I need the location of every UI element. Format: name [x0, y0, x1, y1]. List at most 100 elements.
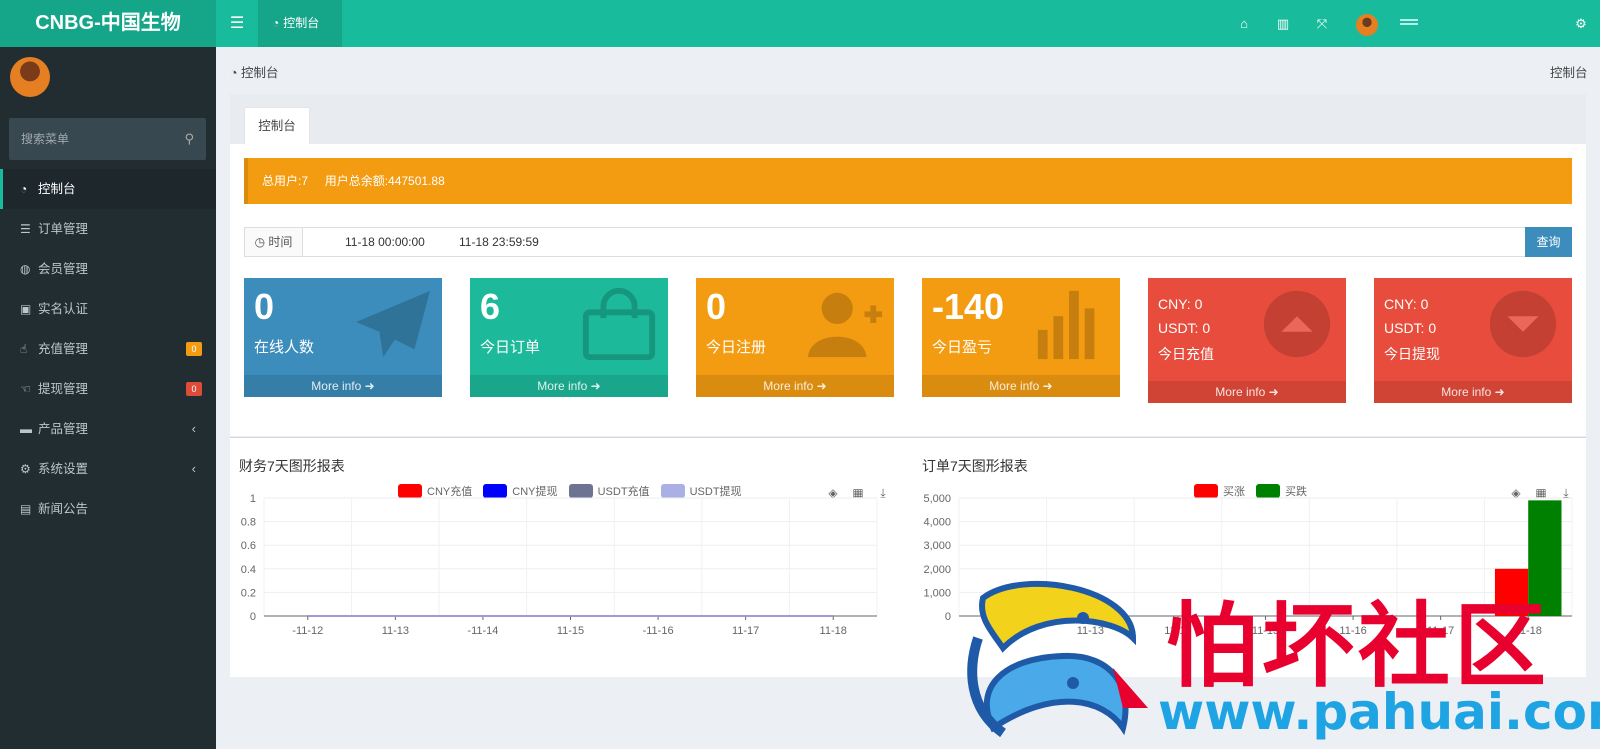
hamburger-icon: ☰ — [229, 15, 245, 32]
sidebar-item-members[interactable]: ◍ 会员管理 — [0, 249, 216, 289]
sidebar-item-orders[interactable]: ☰ 订单管理 — [0, 209, 216, 249]
y-tick-label: 1 — [250, 493, 256, 505]
finance-chart-title: 财务7天图形报表 — [239, 458, 345, 474]
hand-point-icon: ☝ — [20, 342, 28, 356]
y-tick-label: 4,000 — [923, 517, 951, 529]
orders-chart-title: 订单7天图形报表 — [922, 458, 1028, 474]
sidebar-item-label: 控制台 — [38, 182, 76, 196]
sidebar-item-products[interactable]: ▬ 产品管理 ‹ — [0, 409, 216, 449]
y-tick-label: 0.2 — [241, 587, 256, 599]
tab-dashboard[interactable]: ◔ 控制台 — [258, 0, 342, 47]
cogs-icon[interactable]: ⚙ — [1570, 0, 1592, 47]
search-icon[interactable]: ⚲ — [184, 131, 194, 147]
y-tick-label: 0 — [250, 611, 256, 623]
sidebar-item-settings[interactable]: ⚙ 系统设置 ‹ — [0, 449, 216, 489]
briefcase-icon: ▬ — [20, 422, 32, 436]
tab-label: 控制台 — [283, 16, 320, 30]
cogs-icon: ⚙ — [20, 462, 31, 476]
y-tick-label: 0 — [945, 611, 951, 623]
top-header: CNBG-中国生物 ☰ ◔ 控制台 ⌂ ▥ ⤧ ⚙ — [0, 0, 1600, 47]
sidebar-item-label: 充值管理 — [38, 342, 89, 356]
list-icon: ☰ — [20, 222, 31, 236]
user-plus-icon — [807, 292, 883, 358]
more-info-text: More info — [311, 379, 362, 393]
breadcrumb: ◔ 控制台 — [230, 62, 279, 81]
y-tick-label: 0.6 — [241, 540, 256, 552]
sidebar-toggle-button[interactable]: ☰ — [216, 0, 258, 47]
stat-cny: CNY: 0 — [1384, 296, 1429, 312]
stat-withdraw: CNY: 0 USDT: 0 今日提现 More info ➜ — [1374, 278, 1572, 403]
user-avatar[interactable] — [1356, 14, 1378, 36]
more-info-text: More info — [537, 379, 588, 393]
y-tick-label: 3,000 — [923, 540, 951, 552]
sidebar-item-dashboard[interactable]: ◔ 控制台 — [0, 169, 216, 209]
breadcrumb-right: 控制台 — [1550, 66, 1588, 80]
stat-value: 0 — [254, 286, 275, 327]
app-logo[interactable]: CNBG-中国生物 — [0, 0, 216, 47]
more-info-link[interactable]: More info ➜ — [1374, 381, 1572, 403]
total-balance: 用户总余额:447501.88 — [324, 174, 445, 188]
stat-profit: -140 今日盈亏 More info ➜ — [922, 278, 1120, 397]
stat-label: 今日订单 — [480, 339, 541, 356]
bar-chart-icon — [1037, 290, 1095, 360]
sidebar-item-verification[interactable]: ▣ 实名认证 — [0, 289, 216, 329]
newspaper-icon: ▤ — [20, 502, 32, 516]
recharge-badge: 0 — [186, 342, 202, 356]
arrow-down-circle-icon — [1489, 290, 1557, 358]
sidebar-item-label: 系统设置 — [38, 462, 89, 476]
home-icon[interactable]: ⌂ — [1233, 0, 1255, 47]
breadcrumb-label: 控制台 — [241, 66, 279, 80]
watermark-url: www.pahuai.com — [1158, 683, 1600, 741]
chevron-left-icon: ‹ — [191, 421, 196, 436]
shopping-bag-icon — [582, 288, 656, 360]
stat-label: 今日充值 — [1158, 346, 1214, 362]
start-time-input[interactable]: 11-18 00:00:00 — [345, 228, 425, 256]
more-info-text: More info — [989, 379, 1040, 393]
x-tick-label: 11-13 — [382, 625, 409, 637]
query-button[interactable]: 查询 — [1525, 227, 1572, 257]
dashboard-icon: ◔ — [20, 182, 28, 196]
sidebar-search: ⚲ — [9, 118, 206, 160]
stat-registrations: 0 今日注册 More info ➜ — [696, 278, 894, 397]
dashboard-icon: ◔ — [230, 66, 242, 80]
stat-label: 今日盈亏 — [932, 339, 993, 356]
time-label-text: 时间 — [268, 235, 293, 249]
more-info-link[interactable]: More info ➜ — [470, 375, 668, 397]
stat-usdt: USDT: 0 — [1158, 320, 1211, 336]
x-tick-label: 11-15 — [557, 625, 584, 637]
more-info-link[interactable]: More info ➜ — [1148, 381, 1346, 403]
sidebar-item-label: 新闻公告 — [38, 502, 89, 516]
summary-alert: 总用户:7 用户总余额:447501.88 — [244, 158, 1572, 204]
clock-icon: ◷ — [254, 235, 266, 249]
fullscreen-icon[interactable]: ⤧ — [1311, 0, 1333, 47]
stat-cny: CNY: 0 — [1158, 296, 1203, 312]
search-input[interactable] — [9, 118, 179, 160]
total-users: 总用户:7 — [262, 174, 309, 188]
x-tick-label: -11-16 — [643, 625, 674, 637]
chevron-left-icon: ‹ — [191, 461, 196, 476]
dashboard-icon: ◔ — [272, 16, 280, 30]
more-info-link[interactable]: More info ➜ — [244, 375, 442, 397]
stat-value: 6 — [480, 286, 501, 327]
x-tick-label: -11-12 — [292, 625, 323, 637]
arrow-up-circle-icon — [1263, 290, 1331, 358]
y-tick-label: 2,000 — [923, 564, 951, 576]
end-time-input[interactable]: 11-18 23:59:59 — [459, 228, 539, 256]
sidebar-item-news[interactable]: ▤ 新闻公告 — [0, 489, 216, 529]
sidebar-item-recharge[interactable]: ☝ 充值管理 0 — [0, 329, 216, 369]
y-tick-label: 0.4 — [241, 564, 256, 576]
id-card-icon: ▣ — [20, 302, 32, 316]
sidebar-item-withdraw[interactable]: ☜ 提现管理 0 — [0, 369, 216, 409]
stat-value: -140 — [932, 286, 1005, 327]
more-info-link[interactable]: More info ➜ — [696, 375, 894, 397]
stat-orders: 6 今日订单 More info ➜ — [470, 278, 668, 397]
more-info-link[interactable]: More info ➜ — [922, 375, 1120, 397]
trash-icon[interactable]: ▥ — [1272, 0, 1294, 47]
y-tick-label: 0.8 — [241, 517, 256, 529]
panel-heading — [230, 94, 1586, 144]
fish-logo — [967, 580, 1148, 738]
panel-tab-dashboard[interactable]: 控制台 — [244, 107, 310, 144]
user-menu[interactable] — [1400, 19, 1418, 27]
y-tick-label: 1,000 — [923, 587, 951, 599]
more-info-text: More info — [1215, 385, 1266, 399]
